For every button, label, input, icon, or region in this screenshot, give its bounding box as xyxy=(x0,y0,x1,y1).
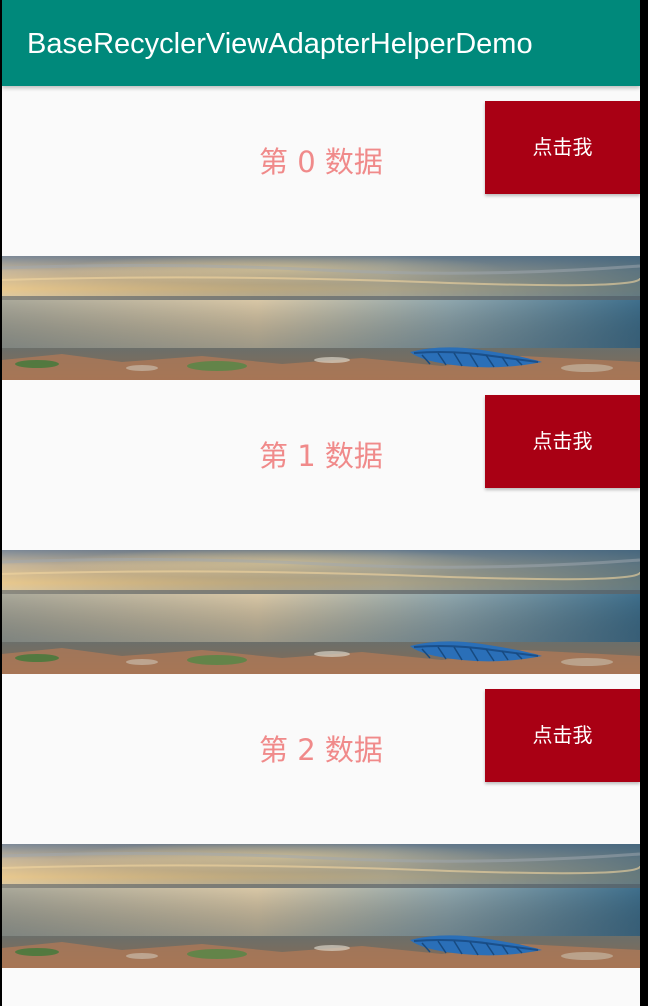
click-me-button[interactable]: 点击我 xyxy=(485,101,640,194)
app-screen: BaseRecyclerViewAdapterHelperDemo 第 0 数据… xyxy=(2,0,640,1006)
list-item: 第 1 数据 点击我 xyxy=(2,380,640,550)
recycler-list[interactable]: 第 0 数据 点击我 第 1 数据 点击我 第 2 数据 点击我 xyxy=(2,86,640,968)
list-item: 第 0 数据 点击我 xyxy=(2,86,640,256)
app-title: BaseRecyclerViewAdapterHelperDemo xyxy=(27,28,533,60)
click-me-button[interactable]: 点击我 xyxy=(485,689,640,782)
app-bar: BaseRecyclerViewAdapterHelperDemo xyxy=(2,0,640,86)
banner-image xyxy=(2,256,640,380)
click-me-button[interactable]: 点击我 xyxy=(485,395,640,488)
list-item: 第 2 数据 点击我 xyxy=(2,674,640,844)
banner-image xyxy=(2,550,640,674)
banner-image xyxy=(2,844,640,968)
